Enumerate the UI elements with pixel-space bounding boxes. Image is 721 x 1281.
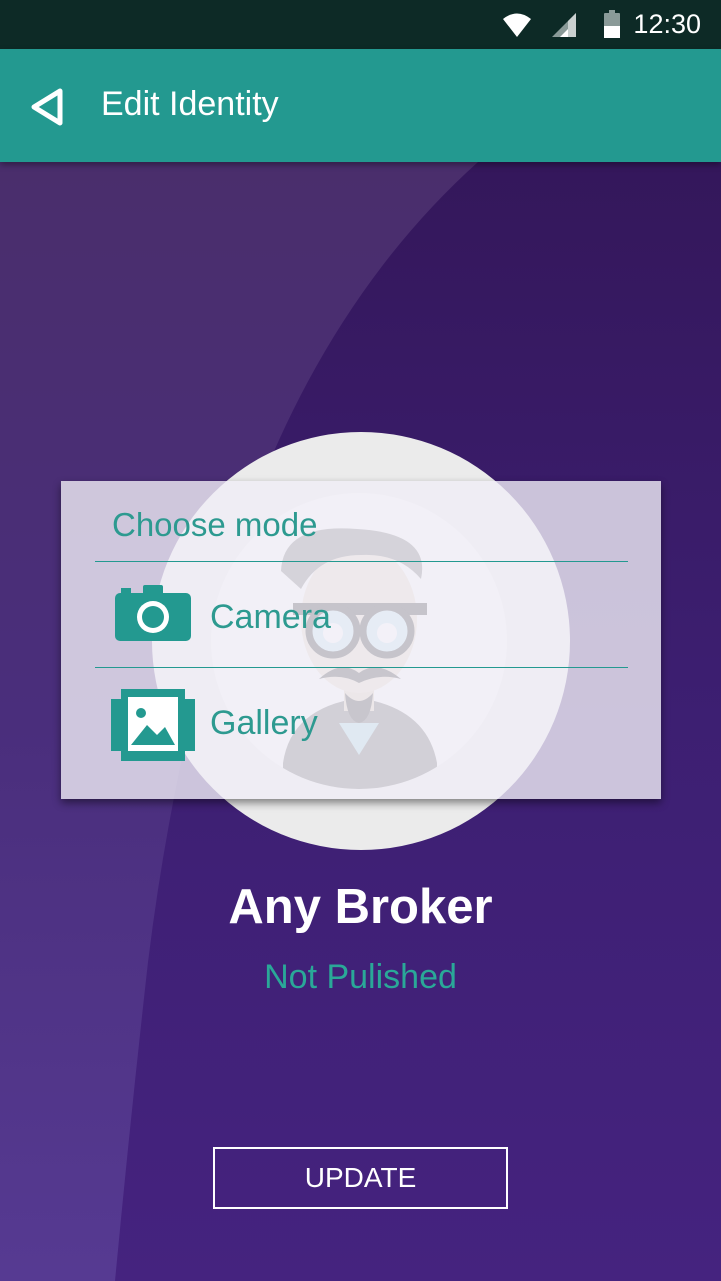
dialog-title: Choose mode [112,506,318,543]
gallery-option[interactable]: Gallery [61,669,661,773]
back-arrow-icon[interactable] [26,85,70,129]
clock: 12:30 [633,9,701,39]
camera-option[interactable]: Camera [61,563,661,667]
choose-mode-dialog: Choose mode Camera Gallery [61,481,661,799]
camera-icon [115,585,191,641]
gallery-option-label: Gallery [210,704,318,742]
dialog-divider [95,667,628,668]
wifi-icon [503,13,531,37]
signal-icon [552,13,576,37]
page-title: Edit Identity [101,85,279,123]
publish-status: Not Pulished [264,958,457,996]
gallery-icon [111,689,195,761]
camera-option-label: Camera [210,598,331,636]
dialog-divider [95,561,628,562]
profile-name: Any Broker [228,880,493,934]
status-bar: 12:30 [0,0,721,49]
battery-icon [604,10,620,38]
app-bar: Edit Identity [0,49,721,162]
update-button[interactable]: UPDATE [213,1147,508,1209]
